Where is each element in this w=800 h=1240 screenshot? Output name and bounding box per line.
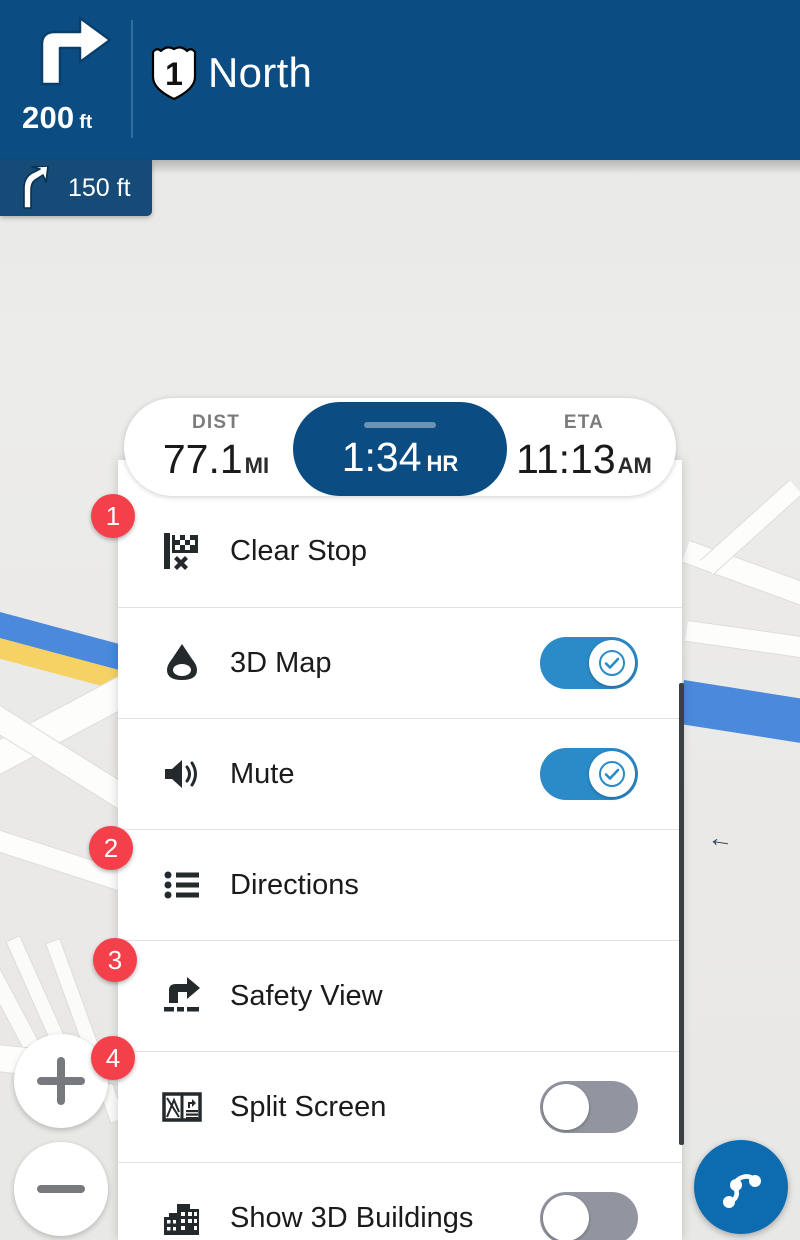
remaining-time-unit: HR <box>426 450 459 476</box>
menu-item-show-3d-buildings[interactable]: Show 3D Buildings <box>118 1162 682 1240</box>
eta-label: ETA <box>563 411 605 433</box>
menu-item-split-screen[interactable]: Split Screen <box>118 1051 682 1162</box>
list-icon <box>154 859 210 911</box>
map-road <box>684 620 800 663</box>
show-3d-buildings-toggle[interactable] <box>540 1192 638 1240</box>
route-path-icon <box>723 1174 761 1208</box>
navigation-app-screen: ← 200 ft 1 North 150 ft Clear Stop 3D Ma… <box>0 0 800 1240</box>
3d-map-icon <box>154 637 210 689</box>
safety-view-icon <box>154 970 210 1022</box>
menu-item-label: Safety View <box>230 979 383 1012</box>
next-maneuver-distance: 150 ft <box>68 173 131 202</box>
split-screen-icon <box>154 1081 210 1133</box>
maneuver-distance-unit: ft <box>79 112 93 133</box>
toggle-knob <box>543 1195 589 1240</box>
toggle-knob <box>589 751 635 797</box>
shield-number: 1 <box>165 56 183 92</box>
turn-right-arrow-icon <box>40 16 112 86</box>
menu-item-label: Directions <box>230 868 359 901</box>
toggle-knob <box>589 640 635 686</box>
eta-stat[interactable]: ETA 11:13 AM <box>492 412 676 483</box>
distance-unit: MI <box>244 452 270 478</box>
distance-value: 77.1 <box>162 435 243 482</box>
eta-unit: AM <box>617 452 652 478</box>
menu-scrollbar[interactable] <box>679 683 684 1145</box>
maneuver-distance: 200 ft <box>22 100 92 136</box>
distance-label: DIST <box>191 411 241 433</box>
bear-right-arrow-icon <box>23 166 49 209</box>
annotation-badge-2: 2 <box>89 826 133 870</box>
minus-icon <box>37 1165 85 1213</box>
buildings-icon <box>154 1192 210 1240</box>
maneuver-block: 200 ft <box>0 0 130 160</box>
annotation-badge-4: 4 <box>91 1036 135 1080</box>
annotation-badge-1: 1 <box>91 494 135 538</box>
eta-value: 11:13 <box>516 435 616 482</box>
map-road <box>681 540 800 611</box>
split-screen-toggle[interactable] <box>540 1081 638 1133</box>
check-icon <box>599 650 625 676</box>
checkered-flag-clear-icon <box>154 526 210 578</box>
options-menu: Clear Stop 3D Map Mute Directions Safety… <box>118 496 682 1240</box>
banner-divider <box>131 20 133 138</box>
speaker-icon <box>154 748 210 800</box>
distance-stat[interactable]: DIST 77.1 MI <box>124 412 308 483</box>
route-overview-button[interactable] <box>694 1140 788 1234</box>
remaining-time-pill[interactable]: 1:34 HR <box>293 402 507 496</box>
map-route-direction-arrow: ← <box>706 821 736 855</box>
menu-item-label: Show 3D Buildings <box>230 1201 474 1234</box>
zoom-out-button[interactable] <box>14 1142 108 1236</box>
route-shield-icon: 1 <box>151 46 197 101</box>
menu-item-safety-view[interactable]: Safety View <box>118 940 682 1051</box>
map-route-line <box>677 680 800 752</box>
navigation-banner: 200 ft 1 North <box>0 0 800 160</box>
menu-item-directions[interactable]: Directions <box>118 829 682 940</box>
plus-icon <box>37 1057 85 1105</box>
mute-toggle[interactable] <box>540 748 638 800</box>
remaining-time-value: 1:34 <box>341 433 422 480</box>
road-info: 1 North <box>148 44 312 102</box>
menu-item-label: Split Screen <box>230 1090 387 1123</box>
map-road <box>700 479 800 575</box>
menu-item-mute[interactable]: Mute <box>118 718 682 829</box>
road-name-label: North <box>208 49 313 96</box>
toggle-knob <box>543 1084 589 1130</box>
check-icon <box>599 761 625 787</box>
annotation-badge-3: 3 <box>93 938 137 982</box>
maneuver-distance-value: 200 <box>22 100 75 135</box>
menu-item-clear-stop[interactable]: Clear Stop <box>118 496 682 607</box>
menu-item-label: 3D Map <box>230 646 332 679</box>
menu-item-label: Clear Stop <box>230 535 368 567</box>
next-maneuver-chip[interactable]: 150 ft <box>0 160 152 216</box>
3d-map-toggle[interactable] <box>540 637 638 689</box>
menu-item-label: Mute <box>230 757 295 790</box>
menu-item-3d-map[interactable]: 3D Map <box>118 607 682 718</box>
drag-handle[interactable] <box>364 421 436 428</box>
